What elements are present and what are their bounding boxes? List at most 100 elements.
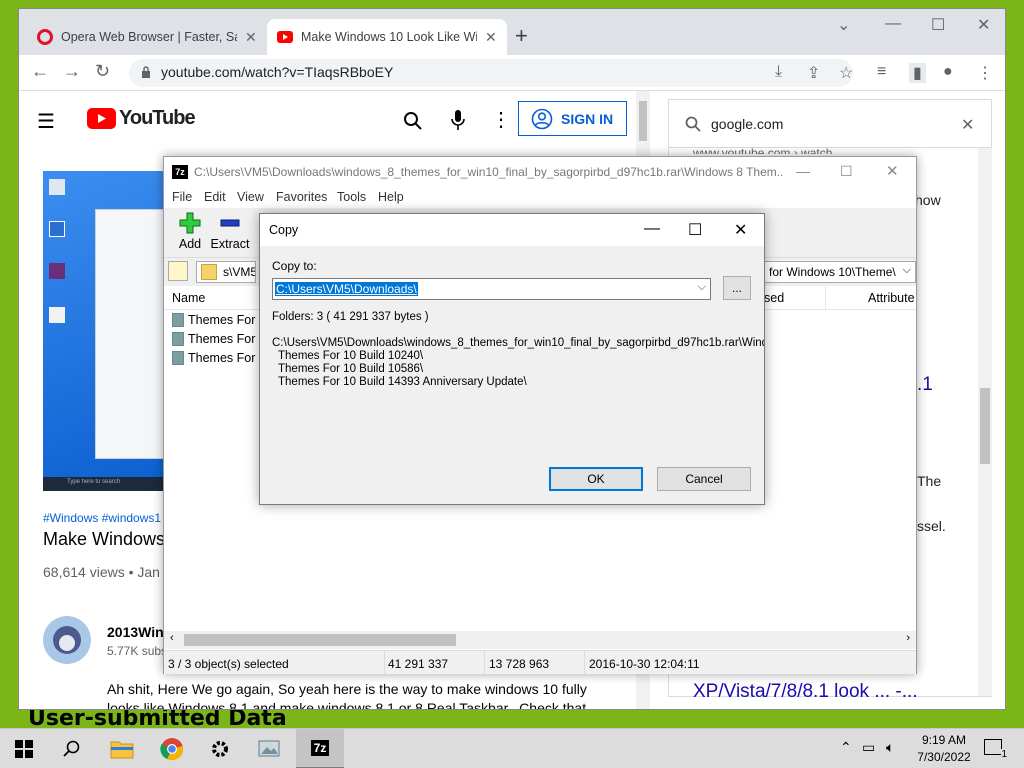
extract-button[interactable]: Extract — [208, 212, 252, 254]
video-thumbnail[interactable]: Type here to search — [43, 171, 165, 491]
folder-icon — [201, 264, 217, 280]
browser-toolbar: ← → ↻ youtube.com/watch?v=TIaqsRBboEY ⤓ … — [19, 55, 1005, 91]
minimize-icon[interactable]: — — [885, 15, 901, 33]
close-tab-icon[interactable]: ✕ — [245, 29, 257, 46]
close-tab-icon[interactable]: ✕ — [485, 29, 497, 46]
add-label: Add — [178, 237, 202, 251]
network-icon[interactable]: ▭ — [862, 739, 875, 756]
account-icon — [531, 108, 553, 129]
result-link[interactable]: XP/Vista/7/8/8.1 look ... -... — [693, 681, 918, 703]
panel-scrollbar[interactable] — [978, 148, 992, 696]
taskbar-7zip[interactable]: 7z — [296, 729, 344, 768]
scrollbar-thumb[interactable] — [980, 388, 990, 464]
back-icon[interactable]: ← — [31, 61, 49, 82]
tab-opera[interactable]: Opera Web Browser | Faster, Safe ✕ — [27, 19, 267, 55]
column-name[interactable]: Name — [172, 291, 205, 305]
status-bar: 3 / 3 object(s) selected 41 291 337 13 7… — [164, 650, 916, 675]
menu-tools[interactable]: Tools — [337, 190, 366, 204]
clock[interactable]: 9:19 AM 7/30/2022 — [904, 732, 984, 766]
taskbar-search-button[interactable] — [48, 729, 96, 768]
path-combo-right[interactable]: for Windows 10\Theme\ ⌵ — [764, 261, 916, 283]
cancel-button[interactable]: Cancel — [657, 467, 751, 491]
youtube-logo[interactable]: YouTube — [87, 107, 196, 130]
install-icon[interactable]: ⤓ — [775, 63, 782, 81]
menu-icon[interactable]: ⋮ — [977, 63, 993, 83]
column-attributes[interactable]: Attribute — [868, 291, 915, 305]
menu-edit[interactable]: Edit — [204, 190, 226, 204]
side-panel-icon[interactable]: ▮ — [909, 63, 926, 83]
tray-overflow-icon[interactable]: ⌃ — [840, 739, 852, 756]
side-search-input[interactable]: google.com — [669, 100, 991, 148]
close-icon[interactable]: ✕ — [734, 220, 747, 240]
menu-favorites[interactable]: Favorites — [276, 190, 327, 204]
thumb-desktop-icon — [49, 179, 65, 195]
minimize-icon[interactable]: — — [644, 220, 660, 238]
thumb-desktop-icon — [49, 263, 65, 279]
sign-in-button[interactable]: SIGN IN — [518, 101, 627, 136]
new-tab-button[interactable]: + — [515, 23, 528, 49]
result-link-fragment[interactable]: .1 — [917, 374, 933, 396]
url-text: youtube.com/watch?v=TIaqsRBboEY — [161, 64, 394, 80]
video-title: Make Windows — [43, 529, 166, 549]
volume-icon[interactable]: 🔈︎ — [886, 739, 894, 756]
search-icon[interactable] — [403, 111, 423, 131]
taskbar-app[interactable] — [246, 729, 294, 768]
horizontal-scrollbar[interactable]: ‹ › — [164, 631, 916, 649]
add-button[interactable]: Add — [172, 212, 208, 254]
hashtags[interactable]: #Windows #windows1 — [43, 511, 161, 525]
youtube-favicon-icon — [277, 31, 293, 43]
taskbar-file-explorer[interactable] — [98, 729, 146, 768]
channel-avatar[interactable] — [43, 616, 91, 664]
close-icon[interactable]: ✕ — [977, 15, 990, 35]
menu-view[interactable]: View — [237, 190, 264, 204]
path-combo-left[interactable]: s\VM5 — [196, 261, 256, 283]
profile-icon[interactable]: ● — [943, 63, 953, 81]
reload-icon[interactable]: ↻ — [95, 61, 110, 82]
share-icon[interactable]: ⇪ — [807, 63, 820, 83]
browse-button[interactable]: ... — [723, 276, 751, 300]
notification-icon[interactable]: 1 — [984, 739, 1007, 760]
microphone-icon[interactable] — [451, 109, 465, 131]
close-icon[interactable]: ✕ — [886, 162, 899, 180]
maximize-icon[interactable]: ☐ — [840, 163, 853, 180]
source-item: Themes For 10 Build 10586\ — [278, 363, 424, 375]
menu-file[interactable]: File — [172, 190, 192, 204]
tab-search-icon[interactable]: ⌄ — [837, 15, 850, 35]
destination-path-input[interactable]: C:\Users\VM5\Downloads\ ⌵ — [272, 278, 711, 300]
tab-title: Make Windows 10 Look Like Win — [301, 30, 477, 44]
subscriber-count: 5.77K subs — [107, 644, 168, 658]
ok-button[interactable]: OK — [549, 467, 643, 491]
channel-name[interactable]: 2013Win — [107, 624, 164, 640]
forward-icon[interactable]: → — [63, 61, 81, 82]
list-item[interactable]: Themes For 10 — [172, 349, 273, 367]
tab-youtube[interactable]: Make Windows 10 Look Like Win ✕ — [267, 19, 507, 55]
folder-icon — [172, 313, 184, 327]
bookmark-star-icon[interactable]: ☆ — [839, 63, 853, 83]
scroll-right-icon[interactable]: › — [906, 632, 910, 644]
taskbar-chrome[interactable] — [148, 729, 196, 768]
chevron-down-icon[interactable]: ⌵ — [698, 281, 706, 294]
start-button[interactable] — [0, 729, 48, 768]
sevenzip-title: C:\Users\VM5\Downloads\windows_8_themes_… — [194, 165, 784, 179]
search-icon — [63, 740, 80, 757]
list-item[interactable]: Themes For 10 — [172, 330, 273, 348]
list-item[interactable]: Themes For 10 — [172, 311, 273, 329]
scrollbar-thumb[interactable] — [184, 634, 456, 646]
hamburger-icon[interactable]: ☰ — [37, 109, 55, 134]
address-bar[interactable]: youtube.com/watch?v=TIaqsRBboEY — [129, 59, 853, 87]
scroll-left-icon[interactable]: ‹ — [170, 632, 174, 644]
more-options-icon[interactable]: ⋮ — [491, 107, 511, 132]
description-line: Ah shit, Here We go again, So yeah here … — [107, 681, 587, 697]
up-folder-icon[interactable] — [168, 261, 188, 281]
taskbar-settings[interactable] — [196, 729, 244, 768]
clear-search-icon[interactable]: ✕ — [961, 115, 974, 135]
menu-help[interactable]: Help — [378, 190, 404, 204]
reading-list-icon[interactable]: ≡ — [877, 63, 886, 81]
column-accessed[interactable]: sed — [764, 291, 784, 305]
maximize-icon[interactable]: ☐ — [688, 220, 702, 240]
extract-minus-icon — [220, 219, 240, 227]
minimize-icon[interactable]: — — [796, 163, 810, 179]
cancel-label: Cancel — [685, 472, 723, 486]
maximize-icon[interactable]: ☐ — [931, 15, 945, 35]
scrollbar-thumb[interactable] — [639, 101, 647, 141]
